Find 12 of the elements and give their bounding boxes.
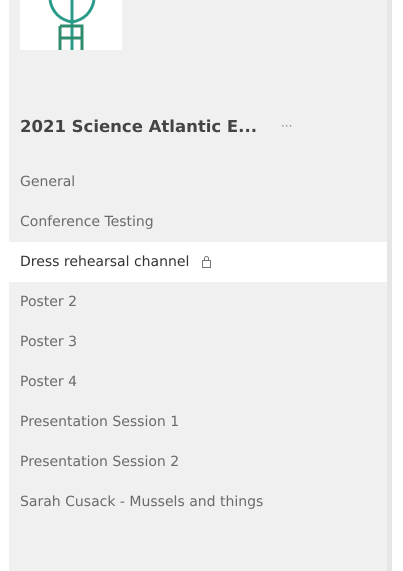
plant-icon — [48, 0, 96, 50]
channel-item[interactable]: Poster 4 — [9, 362, 387, 402]
channel-item[interactable]: General — [9, 162, 387, 202]
team-name: 2021 Science Atlantic E... — [20, 116, 257, 136]
more-options-button[interactable]: ··· — [278, 119, 294, 133]
channel-item[interactable]: Conference Testing — [9, 202, 387, 242]
channel-item[interactable]: Dress rehearsal channel — [9, 242, 387, 282]
channel-item[interactable]: Presentation Session 2 — [9, 442, 387, 482]
channel-item[interactable]: Presentation Session 1 — [9, 402, 387, 442]
channel-item[interactable]: Poster 3 — [9, 322, 387, 362]
channel-item[interactable]: Poster 2 — [9, 282, 387, 322]
channel-item[interactable]: Sarah Cusack - Mussels and things — [9, 482, 387, 522]
